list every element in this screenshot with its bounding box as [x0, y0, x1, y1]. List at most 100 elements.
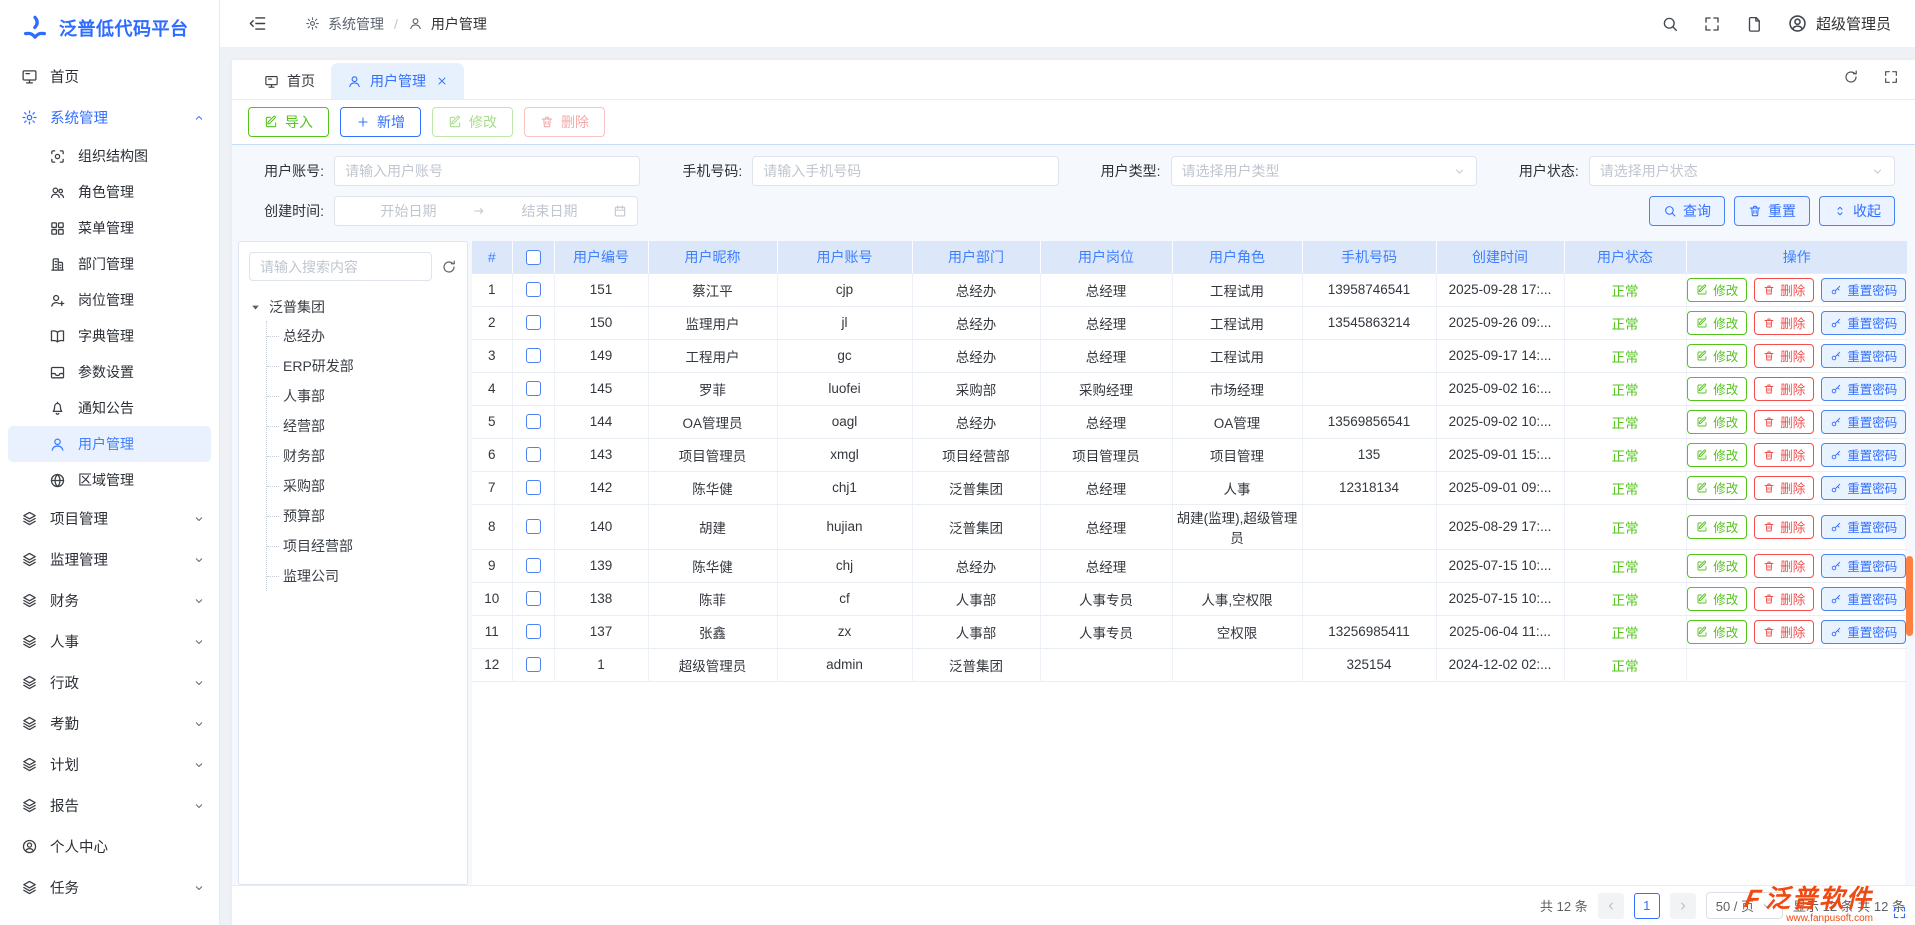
sidebar-item[interactable]: 角色管理	[8, 174, 211, 210]
row-delete-button[interactable]: 删除	[1754, 587, 1814, 611]
sidebar-item[interactable]: 监理管理	[0, 539, 219, 580]
sidebar-item[interactable]: 组织结构图	[8, 138, 211, 174]
search-icon[interactable]	[1661, 15, 1679, 33]
row-checkbox[interactable]	[526, 558, 541, 573]
row-checkbox[interactable]	[526, 591, 541, 606]
row-checkbox[interactable]	[526, 657, 541, 672]
row-reset-password-button[interactable]: 重置密码	[1821, 554, 1906, 578]
sidebar-item[interactable]: 系统管理	[0, 97, 219, 138]
tree-node[interactable]: 人事部	[267, 381, 457, 411]
filter-button[interactable]: 收起	[1819, 196, 1895, 226]
sidebar-item[interactable]: 财务	[0, 580, 219, 621]
row-edit-button[interactable]: 修改	[1687, 476, 1747, 500]
collapse-sidebar-icon[interactable]	[248, 14, 267, 33]
row-edit-button[interactable]: 修改	[1687, 443, 1747, 467]
filter-button[interactable]: 重置	[1734, 196, 1810, 226]
prev-page-button[interactable]	[1598, 893, 1624, 919]
row-edit-button[interactable]: 修改	[1687, 410, 1747, 434]
row-edit-button[interactable]: 修改	[1687, 515, 1747, 539]
row-checkbox[interactable]	[526, 519, 541, 534]
sidebar-item[interactable]: 首页	[0, 56, 219, 97]
sidebar-item[interactable]: 用户管理	[8, 426, 211, 462]
layout-icon[interactable]	[1745, 15, 1763, 33]
date-range-picker[interactable]: 开始日期 结束日期	[334, 196, 638, 226]
row-delete-button[interactable]: 删除	[1754, 515, 1814, 539]
row-reset-password-button[interactable]: 重置密码	[1821, 476, 1906, 500]
toolbar-button[interactable]: 导入	[248, 107, 329, 137]
row-checkbox[interactable]	[526, 480, 541, 495]
row-checkbox[interactable]	[526, 381, 541, 396]
row-edit-button[interactable]: 修改	[1687, 311, 1747, 335]
row-edit-button[interactable]: 修改	[1687, 620, 1747, 644]
sidebar-item[interactable]: 报告	[0, 785, 219, 826]
close-icon[interactable]	[436, 75, 448, 87]
row-reset-password-button[interactable]: 重置密码	[1821, 515, 1906, 539]
corner-fullscreen-icon[interactable]	[1892, 905, 1907, 920]
tab[interactable]: 首页	[248, 63, 331, 99]
tree-root-node[interactable]: 泛普集团	[249, 297, 457, 317]
row-reset-password-button[interactable]: 重置密码	[1821, 587, 1906, 611]
row-edit-button[interactable]: 修改	[1687, 554, 1747, 578]
row-delete-button[interactable]: 删除	[1754, 554, 1814, 578]
sidebar-item[interactable]: 个人中心	[0, 826, 219, 867]
tree-node[interactable]: 监理公司	[267, 561, 457, 591]
row-delete-button[interactable]: 删除	[1754, 311, 1814, 335]
row-checkbox[interactable]	[526, 624, 541, 639]
sidebar-item[interactable]: 任务	[0, 867, 219, 908]
row-edit-button[interactable]: 修改	[1687, 377, 1747, 401]
row-delete-button[interactable]: 删除	[1754, 410, 1814, 434]
row-edit-button[interactable]: 修改	[1687, 278, 1747, 302]
fullscreen-icon[interactable]	[1883, 69, 1899, 85]
toolbar-button[interactable]: 新增	[340, 107, 421, 137]
user-menu[interactable]: 超级管理员	[1787, 13, 1891, 34]
row-delete-button[interactable]: 删除	[1754, 344, 1814, 368]
row-delete-button[interactable]: 删除	[1754, 620, 1814, 644]
row-reset-password-button[interactable]: 重置密码	[1821, 377, 1906, 401]
row-delete-button[interactable]: 删除	[1754, 476, 1814, 500]
sidebar-item[interactable]: 项目管理	[0, 498, 219, 539]
sidebar-item[interactable]: 计划	[0, 744, 219, 785]
row-reset-password-button[interactable]: 重置密码	[1821, 410, 1906, 434]
toolbar-button[interactable]: 删除	[524, 107, 605, 137]
filter-button[interactable]: 查询	[1649, 196, 1725, 226]
row-checkbox[interactable]	[526, 282, 541, 297]
row-edit-button[interactable]: 修改	[1687, 344, 1747, 368]
sidebar-item[interactable]: 考勤	[0, 703, 219, 744]
row-reset-password-button[interactable]: 重置密码	[1821, 443, 1906, 467]
fullscreen-icon[interactable]	[1703, 15, 1721, 33]
breadcrumb-item[interactable]: 系统管理	[328, 14, 384, 34]
row-reset-password-button[interactable]: 重置密码	[1821, 344, 1906, 368]
tree-node[interactable]: 经营部	[267, 411, 457, 441]
user-status-select[interactable]: 请选择用户状态	[1589, 156, 1895, 186]
row-reset-password-button[interactable]: 重置密码	[1821, 620, 1906, 644]
row-checkbox[interactable]	[526, 348, 541, 363]
vertical-scrollbar-thumb[interactable]	[1906, 556, 1913, 636]
refresh-icon[interactable]	[1843, 69, 1859, 85]
tree-node[interactable]: 总经办	[267, 321, 457, 351]
row-reset-password-button[interactable]: 重置密码	[1821, 278, 1906, 302]
row-delete-button[interactable]: 删除	[1754, 443, 1814, 467]
sidebar-item[interactable]: 参数设置	[8, 354, 211, 390]
row-reset-password-button[interactable]: 重置密码	[1821, 311, 1906, 335]
phone-input[interactable]	[763, 163, 1047, 179]
sidebar-item[interactable]: 岗位管理	[8, 282, 211, 318]
tree-node[interactable]: 采购部	[267, 471, 457, 501]
tree-node[interactable]: ERP研发部	[267, 351, 457, 381]
account-input[interactable]	[345, 163, 629, 179]
tree-node[interactable]: 财务部	[267, 441, 457, 471]
sidebar-item[interactable]: 人事	[0, 621, 219, 662]
row-checkbox[interactable]	[526, 447, 541, 462]
page-number-button[interactable]: 1	[1634, 893, 1660, 919]
sidebar-item[interactable]: 行政	[0, 662, 219, 703]
user-type-select[interactable]: 请选择用户类型	[1171, 156, 1477, 186]
sidebar-item[interactable]: 字典管理	[8, 318, 211, 354]
row-delete-button[interactable]: 删除	[1754, 377, 1814, 401]
tree-node[interactable]: 项目经营部	[267, 531, 457, 561]
row-edit-button[interactable]: 修改	[1687, 587, 1747, 611]
sidebar-item[interactable]: 菜单管理	[8, 210, 211, 246]
row-delete-button[interactable]: 删除	[1754, 278, 1814, 302]
toolbar-button[interactable]: 修改	[432, 107, 513, 137]
page-size-select[interactable]: 50 / 页	[1706, 892, 1783, 919]
sidebar-item[interactable]: 通知公告	[8, 390, 211, 426]
tab[interactable]: 用户管理	[331, 63, 464, 99]
